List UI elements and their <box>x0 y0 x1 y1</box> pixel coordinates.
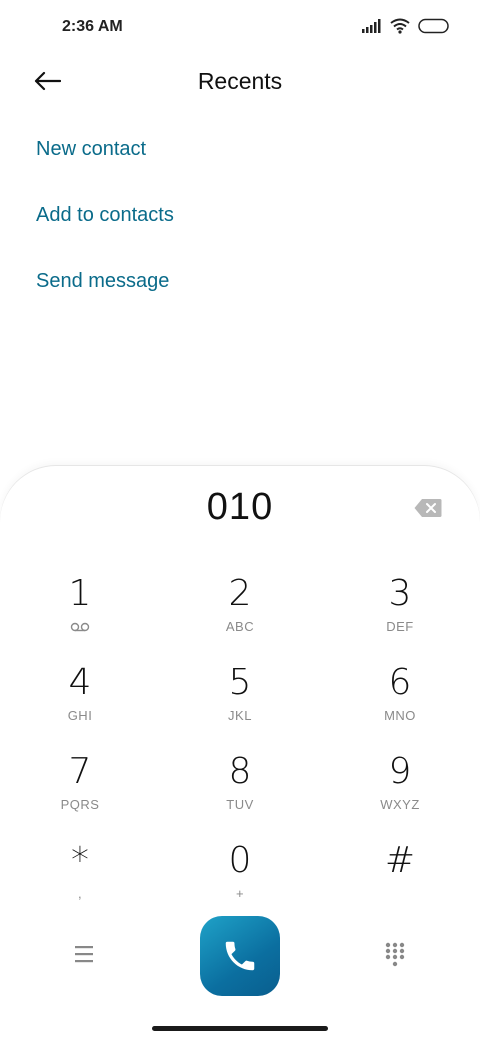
status-icons <box>362 18 450 34</box>
key-9[interactable]: 9 WXYZ <box>340 752 460 832</box>
key-4[interactable]: 4 GHI <box>20 663 140 743</box>
key-letters: + <box>235 886 245 901</box>
dialer-bottom-row <box>0 914 480 998</box>
action-list: New contact Add to contacts Send message <box>36 134 174 332</box>
keypad-toggle-button[interactable] <box>385 942 405 968</box>
key-digit: 7 <box>68 751 92 792</box>
key-digit: 0 <box>228 840 252 881</box>
key-digit: # <box>384 840 416 881</box>
key-7[interactable]: 7 PQRS <box>20 752 140 832</box>
backspace-button[interactable] <box>414 498 442 518</box>
key-digit: 2 <box>228 573 252 614</box>
status-bar: 2:36 AM <box>0 0 480 56</box>
key-6[interactable]: 6 MNO <box>340 663 460 743</box>
menu-icon <box>75 946 93 963</box>
voicemail-icon <box>70 622 90 632</box>
key-letters: TUV <box>226 797 254 812</box>
call-button[interactable] <box>200 916 280 996</box>
wifi-icon <box>390 18 410 34</box>
key-0[interactable]: 0 + <box>180 841 300 921</box>
send-message-link[interactable]: Send message <box>36 266 174 332</box>
keypad-icon <box>385 942 405 967</box>
key-digit: 8 <box>228 751 252 792</box>
status-time: 2:36 AM <box>62 18 123 35</box>
phone-icon <box>225 941 255 971</box>
key-digit: 4 <box>68 662 92 703</box>
key-digit: 6 <box>388 662 412 703</box>
dialed-number: 010 <box>206 486 274 528</box>
add-to-contacts-link[interactable]: Add to contacts <box>36 200 174 266</box>
key-3[interactable]: 3 DEF <box>340 574 460 654</box>
key-8[interactable]: 8 TUV <box>180 752 300 832</box>
key-2[interactable]: 2 ABC <box>180 574 300 654</box>
key-digit: 3 <box>388 573 412 614</box>
key-letters: , <box>77 886 83 901</box>
key-digit: 5 <box>228 662 252 703</box>
key-digit: 1 <box>68 573 92 614</box>
key-digit: * <box>71 840 89 881</box>
key-1[interactable]: 1 <box>20 574 140 654</box>
page-title: Recents <box>197 68 283 94</box>
key-voicemail <box>20 622 140 632</box>
backspace-icon <box>414 499 442 517</box>
key-digit: 9 <box>388 751 412 792</box>
key-letters: WXYZ <box>380 797 420 812</box>
key-letters: ABC <box>225 619 255 634</box>
key-letters: JKL <box>228 708 252 723</box>
home-indicator[interactable] <box>152 1026 328 1031</box>
key-letters: PQRS <box>60 797 100 812</box>
key-letters: DEF <box>386 619 414 634</box>
menu-button[interactable] <box>72 944 98 964</box>
key-letters: GHI <box>67 708 93 723</box>
dialer-sheet: 010 1 2 ABC 3 DEF 4 GHI 5 JKL 6 MNO 7 PQ… <box>0 466 480 1040</box>
new-contact-link[interactable]: New contact <box>36 134 174 200</box>
key-hash[interactable]: # <box>340 841 460 921</box>
key-5[interactable]: 5 JKL <box>180 663 300 743</box>
key-star[interactable]: * , <box>20 841 140 921</box>
battery-icon <box>418 18 449 34</box>
app-bar: Recents <box>0 56 480 108</box>
signal-icon <box>362 19 381 33</box>
key-letters: MNO <box>384 708 416 723</box>
